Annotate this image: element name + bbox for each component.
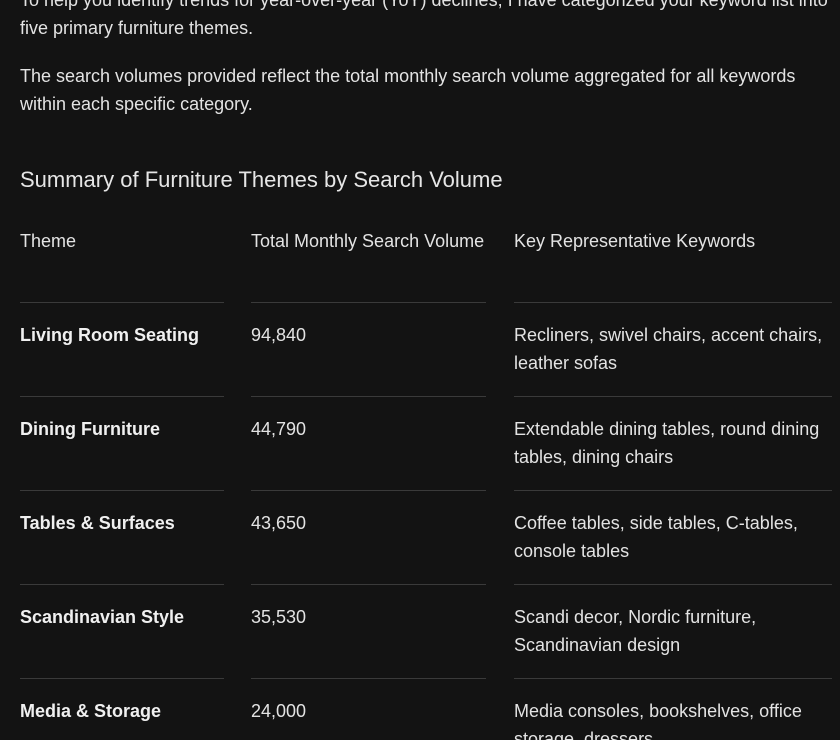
row-divider xyxy=(251,490,486,491)
column-header-volume: Total Monthly Search Volume xyxy=(251,231,485,251)
keywords-cell: Scandi decor, Nordic furniture, Scandina… xyxy=(514,607,757,655)
volume-cell: 43,650 xyxy=(251,513,307,533)
volume-cell: 94,840 xyxy=(251,325,307,345)
keywords-cell: Media consoles, bookshelves, office stor… xyxy=(514,701,802,740)
header-divider xyxy=(514,302,832,303)
row-divider xyxy=(20,584,224,585)
intro-paragraph-volume-note: The search volumes provided reflect the … xyxy=(20,66,796,114)
keywords-cell: Coffee tables, side tables, C-tables, co… xyxy=(514,513,798,561)
keywords-cell: Recliners, swivel chairs, accent chairs,… xyxy=(514,325,823,373)
volume-cell: 35,530 xyxy=(251,607,307,627)
row-divider xyxy=(251,584,486,585)
row-divider xyxy=(514,396,832,397)
column-header-theme: Theme xyxy=(20,231,77,251)
intro-paragraph: To help you identify trends for year-ove… xyxy=(20,0,828,38)
row-divider xyxy=(20,490,224,491)
volume-cell: 24,000 xyxy=(251,701,307,721)
column-header-keywords: Key Representative Keywords xyxy=(514,231,756,251)
theme-cell: Living Room Seating xyxy=(20,325,200,345)
row-divider xyxy=(514,490,832,491)
theme-cell: Dining Furniture xyxy=(20,419,160,439)
theme-cell: Tables & Surfaces xyxy=(20,513,175,533)
theme-cell: Media & Storage xyxy=(20,701,162,721)
header-divider xyxy=(20,302,224,303)
theme-cell: Scandinavian Style xyxy=(20,607,185,627)
volume-cell: 44,790 xyxy=(251,419,307,439)
keywords-cell: Extendable dining tables, round dining t… xyxy=(514,419,820,467)
row-divider xyxy=(514,584,832,585)
row-divider xyxy=(20,396,224,397)
row-divider xyxy=(514,678,832,679)
row-divider xyxy=(20,678,224,679)
row-divider xyxy=(251,396,486,397)
section-title: Summary of Furniture Themes by Search Vo… xyxy=(20,167,503,192)
row-divider xyxy=(251,678,486,679)
header-divider xyxy=(251,302,486,303)
